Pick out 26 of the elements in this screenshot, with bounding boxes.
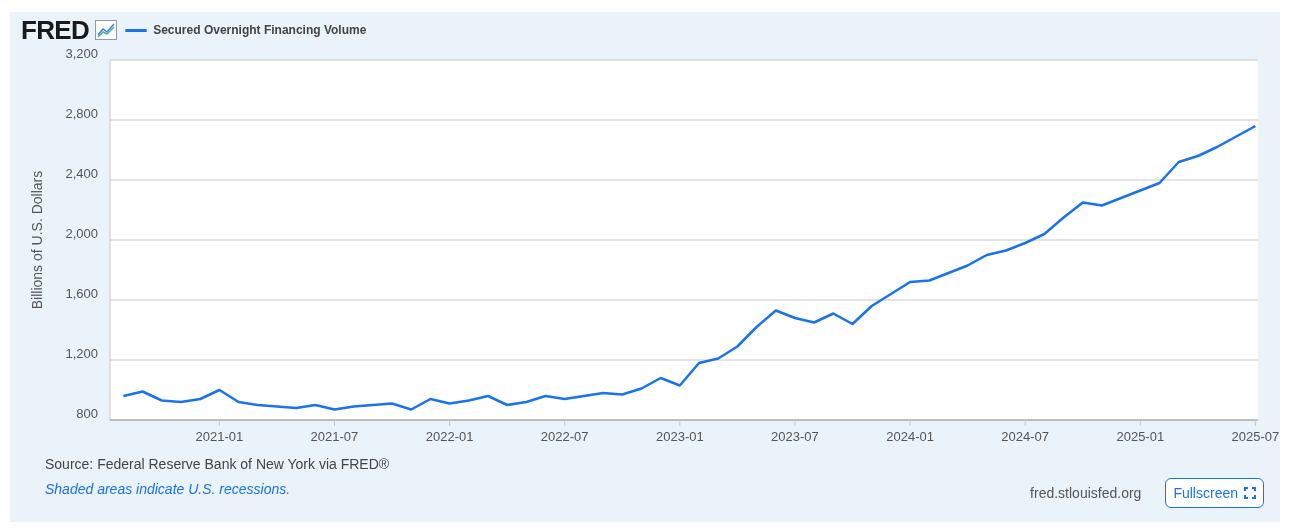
fullscreen-button[interactable]: Fullscreen	[1165, 478, 1264, 508]
x-tick-label: 2023-01	[656, 429, 704, 444]
x-tick-label: 2024-01	[886, 429, 934, 444]
fullscreen-icon	[1244, 487, 1256, 499]
y-tick-label: 2,400	[65, 166, 98, 181]
fred-logo: FRED	[21, 17, 90, 43]
y-tick-label: 800	[76, 406, 98, 421]
x-tick-label: 2025-07	[1231, 429, 1280, 444]
site-url: fred.stlouisfed.org	[1030, 483, 1142, 503]
y-tick-label: 1,600	[65, 286, 98, 301]
x-tick-label: 2022-07	[540, 429, 589, 444]
line-chart-icon	[95, 20, 118, 40]
source-text: Source: Federal Reserve Bank of New York via FRED®	[45, 455, 390, 474]
y-tick-label: 3,200	[65, 46, 98, 61]
x-tick-label: 2024-07	[1001, 429, 1050, 444]
y-axis-label: Billions of U.S. Dollars	[29, 170, 45, 310]
y-tick-label: 1,200	[65, 346, 98, 361]
y-tick-label: 2,000	[65, 226, 98, 241]
recession-note-link[interactable]: Shaded areas indicate U.S. recessions.	[45, 479, 390, 500]
x-tick-label: 2025-01	[1116, 429, 1165, 444]
x-tick-label: 2023-07	[771, 429, 819, 444]
x-tick-label: 2021-01	[195, 429, 244, 444]
legend-label: Secured Overnight Financing Volume	[153, 22, 367, 39]
x-tick-label: 2022-01	[425, 429, 474, 444]
x-tick-label: 2021-07	[310, 429, 359, 444]
y-tick-label: 2,800	[65, 106, 98, 121]
